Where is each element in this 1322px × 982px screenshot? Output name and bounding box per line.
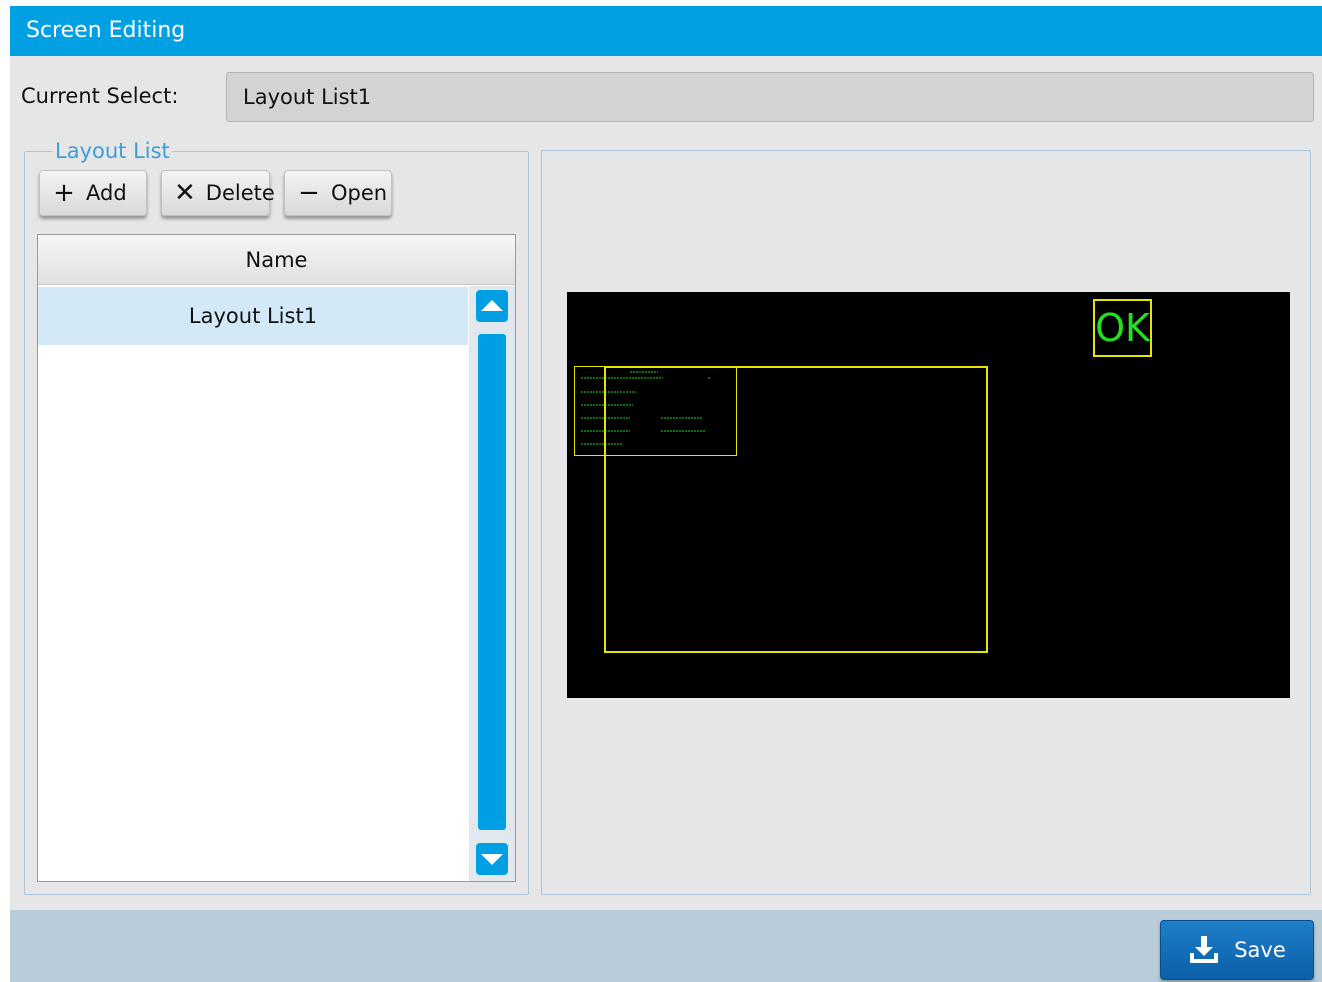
save-button[interactable]: Save xyxy=(1160,920,1314,980)
layout-table: Name Layout List1 xyxy=(37,234,516,882)
arrow-down-icon xyxy=(481,854,503,865)
open-button-label: Open xyxy=(331,181,388,205)
add-button[interactable]: + Add xyxy=(39,170,147,216)
x-icon: ✕ xyxy=(174,178,196,208)
add-button-label: Add xyxy=(86,181,127,205)
layout-list-group: Layout List + Add ✕ Delete − Open Name L… xyxy=(24,138,529,895)
window-title: Screen Editing xyxy=(26,18,186,43)
delete-button[interactable]: ✕ Delete xyxy=(161,170,275,216)
open-button[interactable]: − Open xyxy=(284,170,392,216)
scroll-down-button[interactable] xyxy=(476,843,508,875)
preview-panel: OK xyxy=(541,150,1311,895)
screen-editing-window: Screen Editing Current Select: Layout Li… xyxy=(10,6,1322,982)
ok-indicator[interactable]: OK xyxy=(1093,299,1152,357)
footer-bar: Save xyxy=(10,910,1322,982)
save-button-label: Save xyxy=(1234,938,1286,962)
table-row[interactable]: Layout List1 xyxy=(38,287,468,345)
current-select-label: Current Select: xyxy=(21,84,179,108)
current-select-field: Layout List1 xyxy=(226,72,1314,122)
minus-icon: − xyxy=(298,178,320,208)
vertical-scrollbar[interactable] xyxy=(469,286,515,881)
scroll-thumb[interactable] xyxy=(478,334,506,830)
layout-preview-canvas[interactable]: OK xyxy=(567,292,1290,698)
layout-region-text[interactable] xyxy=(574,366,737,456)
delete-button-label: Delete xyxy=(205,181,275,205)
table-header-name[interactable]: Name xyxy=(38,235,515,285)
title-bar: Screen Editing xyxy=(10,6,1322,56)
scroll-up-button[interactable] xyxy=(476,290,508,322)
download-icon xyxy=(1190,936,1219,963)
arrow-up-icon xyxy=(481,300,503,311)
plus-icon: + xyxy=(53,178,75,208)
layout-list-legend: Layout List xyxy=(53,138,172,164)
illegible-text-lines xyxy=(581,371,711,445)
